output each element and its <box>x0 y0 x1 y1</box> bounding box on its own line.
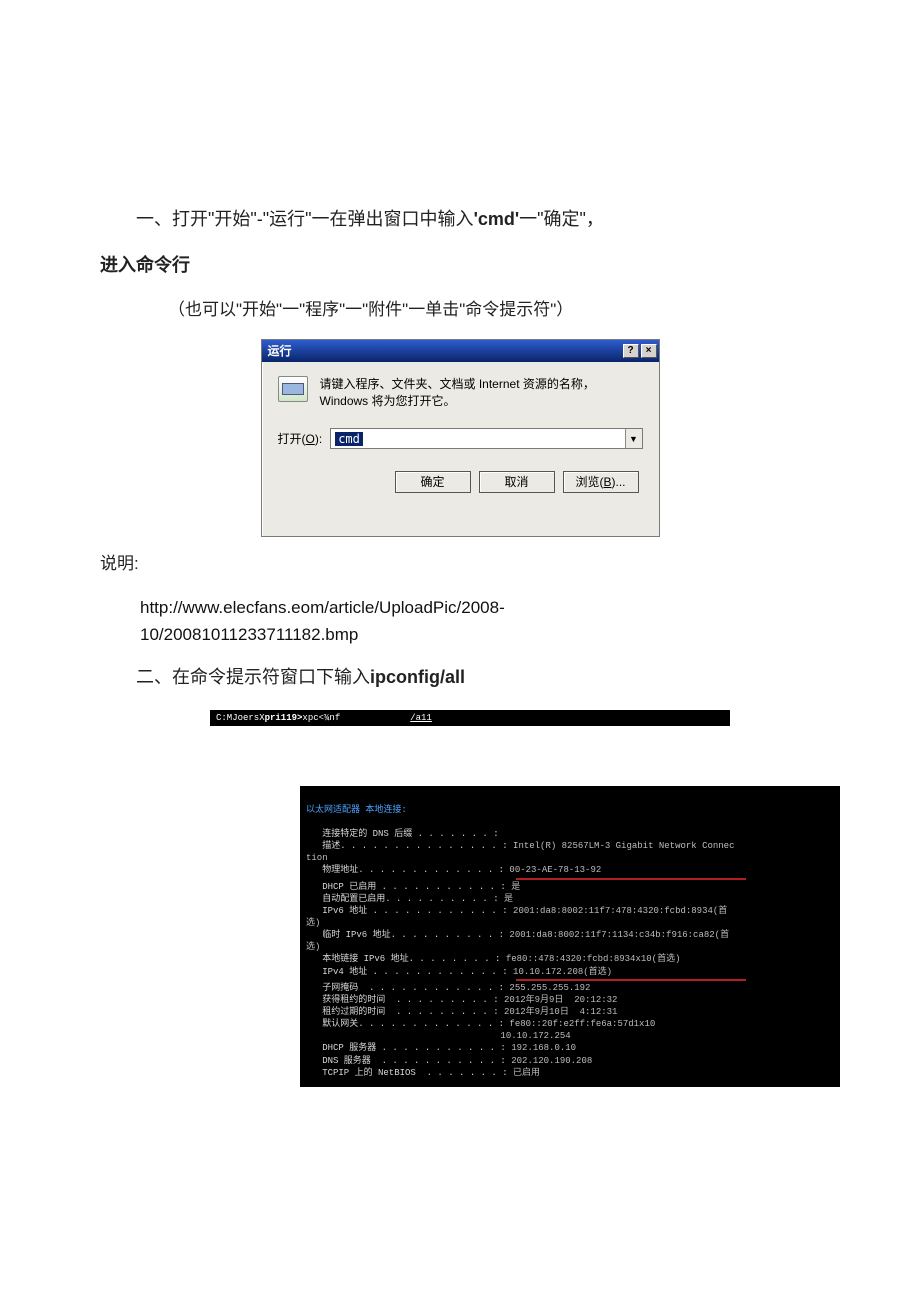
desc-value: Intel(R) 82567LM-3 Gigabit Network Conne… <box>508 841 735 851</box>
autoconf-label: 自动配置已启用. . . . . . . . . . : <box>322 894 498 904</box>
dns-srv-label: DNS 服务器 . . . . . . . . . . . : <box>322 1056 506 1066</box>
gw-label: 默认网关. . . . . . . . . . . . . : <box>322 1019 504 1029</box>
temp-ipv6-value: 2001:da8:8002:11f7:1134:c34b:f916:ca82(首 <box>504 930 729 940</box>
ipv6-wrap: 选) <box>306 918 320 928</box>
open-input[interactable]: cmd <box>331 429 624 448</box>
mask-label: 子网掩码 . . . . . . . . . . . . : <box>322 983 504 993</box>
run-dialog-message: 请键入程序、文件夹、文档或 Internet 资源的名称，Windows 将为您… <box>320 376 643 411</box>
temp-ipv6-label: 临时 IPv6 地址. . . . . . . . . . : <box>322 930 504 940</box>
run-dialog: 运行 ? × 请键入程序、文件夹、文档或 Internet 资源的名称，Wind… <box>261 339 660 537</box>
run-dialog-body: 请键入程序、文件夹、文档或 Internet 资源的名称，Windows 将为您… <box>262 362 659 502</box>
run-dialog-buttons: 确定 取消 浏览(B)... <box>278 471 643 493</box>
step-1: 一、打开"开始"-"运行"一在弹出窗口中输入'cmd'一"确定"， <box>100 200 820 240</box>
step-1-alt: （也可以"开始"一"程序"一"附件"一单击"命令提示符"） <box>100 291 820 328</box>
cmd-prompt-a: C:MJoersX <box>216 713 265 723</box>
autoconf-value: 是 <box>499 894 513 904</box>
step-1-cmd: 'cmd' <box>474 209 520 229</box>
dns-suffix-label: 连接特定的 DNS 后缀 . . . . . . . : <box>322 829 498 839</box>
linklocal-label: 本地链接 IPv6 地址. . . . . . . . : <box>322 954 500 964</box>
desc-label: 描述. . . . . . . . . . . . . . . : <box>322 841 507 851</box>
close-button[interactable]: × <box>641 344 657 358</box>
phys-label: 物理地址. . . . . . . . . . . . . : <box>322 865 504 875</box>
phys-value: 00-23-AE-78-13-92 <box>504 865 601 875</box>
cmd-titlebar: C:MJoersXpri119>xpc<¾nf/a11 <box>210 710 730 726</box>
open-combobox[interactable]: cmd ▼ <box>330 428 642 449</box>
step-2-prefix: 二、在命令提示符窗口下输入 <box>136 667 370 687</box>
desc-wrap: tion <box>306 853 328 863</box>
run-dialog-titlebar: 运行 ? × <box>262 340 659 362</box>
mask-value: 255.255.255.192 <box>504 983 590 993</box>
step-1-suffix: 一"确定"， <box>519 209 604 229</box>
linklocal-value: fe80::478:4320:fcbd:8934x10(首选) <box>500 954 680 964</box>
lease-obt-label: 获得租约的时间 . . . . . . . . . : <box>322 995 498 1005</box>
url-line-1: http://www.elecfans.eom/article/UploadPi… <box>140 594 820 621</box>
run-dialog-message-row: 请键入程序、文件夹、文档或 Internet 资源的名称，Windows 将为您… <box>278 376 643 411</box>
dhcp-srv-label: DHCP 服务器 . . . . . . . . . . . : <box>322 1043 506 1053</box>
run-dialog-title-buttons: ? × <box>623 344 657 358</box>
browse-button[interactable]: 浏览(B)... <box>563 471 639 493</box>
lease-obt-value: 2012年9月9日 20:12:32 <box>499 995 618 1005</box>
ok-button[interactable]: 确定 <box>395 471 471 493</box>
open-label: 打开(O): <box>278 430 323 447</box>
lease-exp-value: 2012年9月10日 4:12:31 <box>499 1007 618 1017</box>
ipv6-value: 2001:da8:8002:11f7:478:4320:fcbd:8934(首 <box>508 906 728 916</box>
dns-srv-value: 202.120.190.208 <box>506 1056 592 1066</box>
help-button[interactable]: ? <box>623 344 639 358</box>
cmd-output: 以太网适配器 本地连接: 连接特定的 DNS 后缀 . . . . . . . … <box>300 786 840 1087</box>
run-icon <box>278 376 308 402</box>
step-2: 二、在命令提示符窗口下输入ipconfig/all <box>100 658 820 698</box>
temp-ipv6-wrap: 选) <box>306 942 320 952</box>
cmd-mid: xpc<¾nf <box>302 713 340 723</box>
document-content: 一、打开"开始"-"运行"一在弹出窗口中输入'cmd'一"确定"， 进入命令行 … <box>0 0 920 1127</box>
url-line-2: 10/20081011233711182.bmp <box>140 621 820 648</box>
chevron-down-icon[interactable]: ▼ <box>625 429 642 448</box>
step-1-prefix: 一、打开"开始"-"运行"一在弹出窗口中输入 <box>136 209 474 229</box>
ipv4-label: IPv4 地址 . . . . . . . . . . . . : <box>322 967 507 977</box>
dhcp-srv-value: 192.168.0.10 <box>506 1043 576 1053</box>
gw-value: fe80::20f:e2ff:fe6a:57d1x10 <box>504 1019 655 1029</box>
adapter-header: 以太网适配器 本地连接: <box>306 805 407 815</box>
cancel-button[interactable]: 取消 <box>479 471 555 493</box>
netbios-label: TCPIP 上的 NetBIOS . . . . . . . : <box>322 1068 507 1078</box>
cmd-prompt-b: pri119> <box>265 713 303 723</box>
netbios-value: 已启用 <box>508 1068 540 1078</box>
dhcp-en-label: DHCP 已启用 . . . . . . . . . . . : <box>322 882 506 892</box>
ipv4-value: 10.10.172.208(首选) <box>508 967 612 977</box>
step-2-cmd: ipconfig/all <box>370 667 465 687</box>
cmd-arg: /a11 <box>410 713 432 723</box>
run-dialog-title: 运行 <box>268 342 292 359</box>
note-label: 说明: <box>100 549 820 574</box>
red-underline-2 <box>516 979 746 981</box>
step-1-cont: 进入命令行 <box>100 246 820 286</box>
run-dialog-input-row: 打开(O): cmd ▼ <box>278 428 643 449</box>
dhcp-en-value: 是 <box>506 882 520 892</box>
open-input-value: cmd <box>335 432 363 446</box>
gw-value-2: 10.10.172.254 <box>306 1031 571 1041</box>
ipv6-label: IPv6 地址 . . . . . . . . . . . . : <box>322 906 507 916</box>
url-block: http://www.elecfans.eom/article/UploadPi… <box>140 594 820 648</box>
red-underline-1 <box>516 878 746 880</box>
lease-exp-label: 租约过期的时间 . . . . . . . . . : <box>322 1007 498 1017</box>
